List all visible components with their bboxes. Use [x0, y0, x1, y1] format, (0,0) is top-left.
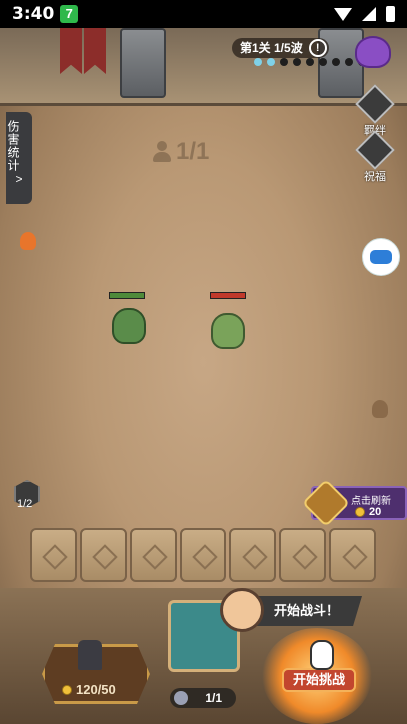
capacity-counter: 1/1: [170, 688, 236, 708]
wave-dot: [345, 58, 353, 66]
player-count: 1/1: [152, 138, 209, 166]
coin-icon: [301, 478, 351, 528]
bench-slot[interactable]: [79, 528, 127, 582]
bench-slot[interactable]: [279, 528, 327, 582]
gem-icon: [355, 84, 395, 124]
wave-dot: [254, 58, 262, 66]
damage-stats-tab[interactable]: 伤害统计 >: [6, 112, 32, 204]
slot-count: 1/2: [17, 498, 33, 510]
refresh-label: 点击刷新: [351, 496, 391, 507]
refresh-cost: 20: [355, 506, 381, 518]
battery-icon: [386, 6, 395, 22]
warning-icon[interactable]: !: [308, 39, 327, 57]
hero-unit[interactable]: [112, 308, 146, 344]
chess-piece-icon: [78, 640, 102, 670]
hero-bench: [30, 528, 377, 582]
refresh-button[interactable]: 点击刷新 20: [301, 478, 407, 528]
chevron-right-icon: >: [15, 172, 23, 186]
gold-counter: 120/50: [62, 682, 116, 697]
hero-hp-bar: [109, 292, 145, 299]
bench-slot[interactable]: [179, 528, 227, 582]
app-notification-icon: 7: [60, 5, 79, 23]
wave-dot: [319, 58, 327, 66]
gem-icon: [355, 130, 395, 170]
blessing-button[interactable]: 祝福: [355, 130, 395, 184]
wave-dot: [332, 58, 340, 66]
wave-dot: [267, 58, 275, 66]
person-icon: [152, 141, 172, 163]
bench-slot[interactable]: [30, 528, 77, 582]
torch-decoration: [20, 232, 36, 250]
hero-hp-fill: [110, 293, 144, 298]
enemy-hp-bar: [210, 292, 246, 299]
gamepad-icon: [370, 250, 392, 264]
pointing-hand-icon: [310, 640, 334, 670]
bench-slot[interactable]: [129, 528, 177, 582]
game-arena[interactable]: 第1关 1/5波 ! 羁绊 祝福 伤害统计 > 1/1 点击刷新 20: [0, 28, 407, 724]
capacity-value: 1/1: [205, 691, 222, 705]
blessing-label: 祝福: [364, 171, 386, 183]
statue-decoration: [120, 28, 166, 98]
bench-slot[interactable]: [229, 528, 277, 582]
enemy-hp-fill: [211, 293, 245, 298]
gold-value: 120/50: [76, 682, 116, 697]
wave-label: 第1关 1/5波: [240, 41, 303, 55]
coin-icon: [62, 684, 72, 695]
bench-slot[interactable]: [329, 528, 377, 582]
gamepad-button[interactable]: [362, 238, 400, 276]
damage-stats-label: 伤害统计: [6, 120, 20, 172]
coin-icon: [355, 507, 365, 517]
boss-demon-icon[interactable]: [355, 36, 391, 68]
helmet-icon: [174, 691, 188, 705]
wave-dot: [280, 58, 288, 66]
avatar: [220, 588, 264, 632]
refresh-cost-value: 20: [369, 506, 382, 518]
status-time: 3:40: [12, 4, 55, 24]
bomb-decoration: [372, 400, 388, 418]
wave-dot: [293, 58, 301, 66]
status-indicators: [334, 6, 395, 22]
wifi-icon: [334, 7, 352, 21]
player-count-value: 1/1: [176, 138, 210, 165]
wave-indicator: 第1关 1/5波 !: [232, 38, 329, 58]
speech-bubble: 开始战斗！: [250, 596, 362, 626]
status-bar: 3:40 7: [0, 0, 407, 28]
wave-dot: [306, 58, 314, 66]
signal-icon: [362, 7, 376, 21]
enemy-unit[interactable]: [211, 313, 245, 349]
start-challenge-button[interactable]: 开始挑战: [282, 668, 356, 692]
